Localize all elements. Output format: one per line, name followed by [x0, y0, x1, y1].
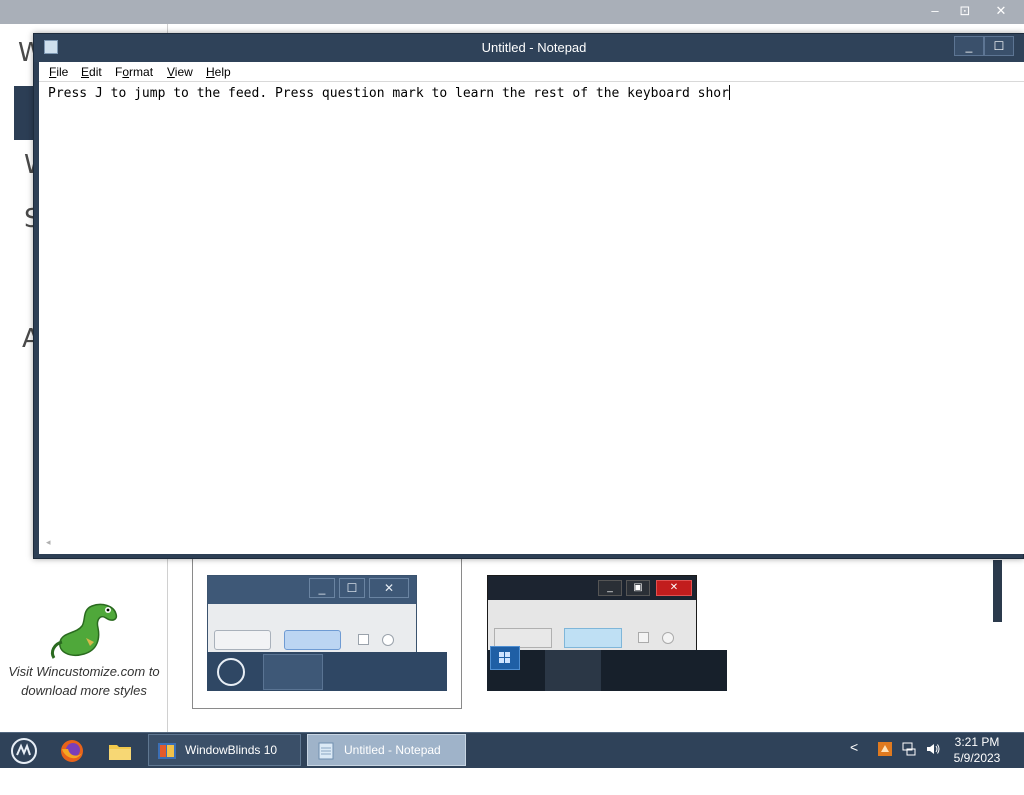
preview-push-button-hover: [284, 630, 341, 650]
menu-view-rest: iew: [174, 65, 193, 79]
preview-taskbar-2: [487, 646, 727, 691]
stardock-icon[interactable]: [877, 741, 893, 757]
preview-push-button: [494, 628, 552, 648]
menu-edit[interactable]: Edit: [81, 63, 102, 81]
file-explorer-icon[interactable]: [106, 737, 134, 765]
notepad-titlebar[interactable]: Untitled - Notepad _ ☐: [34, 34, 1024, 62]
firefox-icon[interactable]: [58, 737, 86, 765]
volume-icon[interactable]: [925, 741, 941, 757]
menu-accel: V: [167, 65, 175, 79]
taskbar-task-notepad[interactable]: Untitled - Notepad: [307, 734, 466, 766]
gecko-mascot-icon: [50, 603, 118, 659]
windowblinds-titlebar: – ⊡ ✕: [0, 0, 1024, 24]
menu-format-rest: rmat: [129, 65, 154, 79]
scroll-left-arrow-icon[interactable]: ◂: [46, 537, 51, 548]
preview-radio: [382, 634, 394, 646]
preview-checkbox: [358, 634, 369, 645]
window-title: Untitled - Notepad: [481, 40, 587, 55]
preview-titlebar: _ ☐ ✕: [208, 576, 416, 604]
preview-taskbar: [207, 652, 447, 691]
windowblinds-start-icon: [11, 738, 37, 764]
preview-maximize-button: ▣: [626, 580, 650, 596]
preview-push-button-hover: [564, 628, 622, 648]
style-preview-window-2: _ ▣ ✕: [487, 575, 697, 653]
preview-minimize-button: _: [598, 580, 622, 596]
promo-text: Visit Wincustomize.com to download more …: [8, 664, 160, 698]
notepad-icon: [318, 742, 334, 760]
minimize-button[interactable]: –: [919, 0, 951, 22]
preview-push-button: [214, 630, 271, 650]
preview-taskbar-button: [545, 650, 601, 691]
minimize-button[interactable]: _: [954, 36, 984, 56]
preview-checkbox: [638, 632, 649, 643]
editor-content: Press J to jump to the feed. Press quest…: [48, 86, 729, 101]
scrollbar-thumb[interactable]: [993, 560, 1002, 622]
network-icon[interactable]: [901, 741, 917, 757]
menu-format[interactable]: Format: [115, 63, 153, 81]
menu-accel: E: [81, 65, 90, 79]
preview-close-button: ✕: [656, 580, 692, 596]
start-button[interactable]: [8, 736, 40, 766]
text-editor-area[interactable]: Press J to jump to the feed. Press quest…: [39, 82, 1024, 554]
taskbar: WindowBlinds 10 Co... Untitled - Notepad…: [0, 732, 1024, 787]
editor-text-line[interactable]: Press J to jump to the feed. Press quest…: [48, 85, 730, 103]
style-preview-window: _ ☐ ✕: [207, 575, 417, 653]
preview-taskbar-button: [263, 654, 323, 690]
preview-close-button: ✕: [369, 578, 409, 598]
menu-help[interactable]: Help: [206, 63, 231, 81]
windowblinds-logo-icon: [217, 658, 245, 686]
menu-bar: File Edit Format View Help: [39, 62, 1024, 82]
menu-view[interactable]: View: [167, 63, 193, 81]
maximize-button[interactable]: ☐: [984, 36, 1014, 56]
clock-time: 3:21 PM: [954, 735, 1000, 749]
text-caret: [728, 85, 730, 100]
windows-start-icon: [490, 646, 520, 670]
notepad-window[interactable]: Untitled - Notepad _ ☐ File Edit Format …: [33, 33, 1024, 559]
preview-radio: [662, 632, 674, 644]
preview-titlebar-2: _ ▣ ✕: [488, 576, 696, 600]
menu-file[interactable]: File: [49, 63, 68, 81]
tray-overflow-chevron-icon[interactable]: <: [850, 739, 858, 755]
close-button[interactable]: ✕: [985, 0, 1017, 22]
menu-file-rest: ile: [56, 65, 69, 79]
task-label: WindowBlinds 10 Co...: [185, 743, 278, 787]
task-label: Untitled - Notepad: [344, 743, 441, 757]
clock-date: 5/9/2023: [953, 751, 1001, 765]
preview-maximize-button: ☐: [339, 578, 365, 598]
windowblinds-app-icon: [158, 743, 176, 759]
menu-edit-rest: dit: [89, 65, 102, 79]
maximize-button[interactable]: ⊡: [949, 0, 981, 22]
system-clock[interactable]: 3:21 PM 5/9/2023: [946, 734, 1008, 766]
menu-help-rest: elp: [214, 65, 231, 79]
preview-minimize-button: _: [309, 578, 335, 598]
taskbar-task-windowblinds[interactable]: WindowBlinds 10 Co...: [148, 734, 301, 787]
menu-accel: H: [206, 65, 215, 79]
selected-sidebar-item[interactable]: [14, 86, 34, 140]
